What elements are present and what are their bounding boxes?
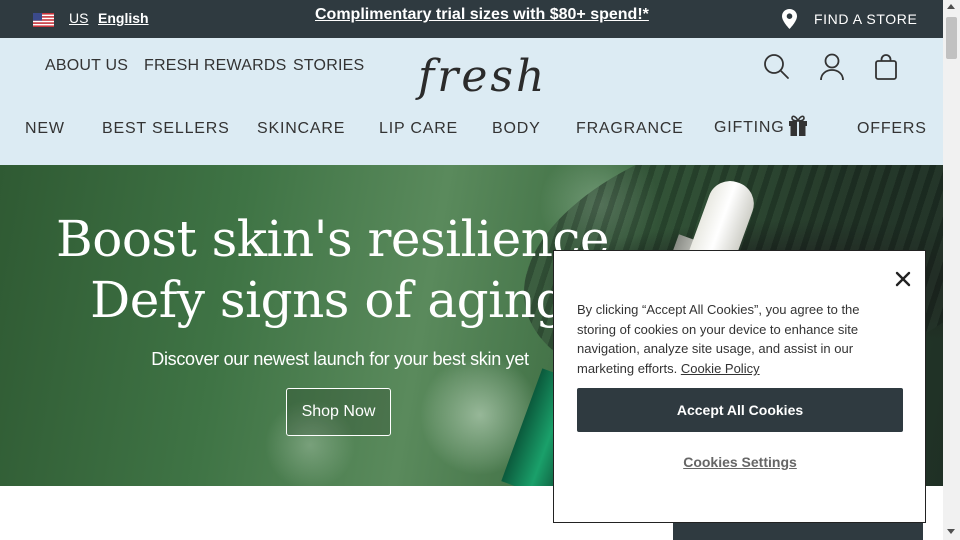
site-header: ABOUT US FRESH REWARDS STORIES fresh NEW… [0,38,943,165]
cookie-consent-text: By clicking “Accept All Cookies”, you ag… [577,300,897,379]
cookie-policy-link[interactable]: Cookie Policy [681,361,760,376]
cookie-consent-dialog: By clicking “Accept All Cookies”, you ag… [553,250,926,523]
nav-gifting[interactable]: GIFTING [714,119,784,137]
fresh-rewards-link[interactable]: FRESH REWARDS [144,57,286,75]
search-icon[interactable] [763,52,791,82]
below-fold-dark-block [673,523,923,540]
account-icon[interactable] [818,52,846,82]
page: US English Complimentary trial sizes wit… [0,0,960,540]
nav-best-sellers[interactable]: BEST SELLERS [102,120,230,138]
close-icon[interactable] [894,270,912,288]
find-a-store-link[interactable]: FIND A STORE [814,11,917,27]
shop-now-button[interactable]: Shop Now [286,388,391,436]
nav-body[interactable]: BODY [492,120,541,138]
nav-skincare[interactable]: SKINCARE [257,120,345,138]
stories-link[interactable]: STORIES [293,57,364,75]
cookies-settings-button[interactable]: Cookies Settings [577,454,903,470]
language-selector[interactable]: English [98,10,149,26]
top-bar: US English Complimentary trial sizes wit… [0,0,943,38]
nav-new[interactable]: NEW [25,120,65,138]
about-us-link[interactable]: ABOUT US [45,57,128,75]
gift-icon [789,115,807,136]
country-selector[interactable]: US [69,10,88,26]
us-flag-icon[interactable] [33,13,54,27]
page-scrollbar[interactable] [943,0,960,540]
location-pin-icon[interactable] [781,9,798,29]
nav-fragrance[interactable]: FRAGRANCE [576,120,684,138]
accept-all-cookies-button[interactable]: Accept All Cookies [577,388,903,432]
scroll-up-arrow-icon[interactable] [947,4,955,9]
promo-banner-link[interactable]: Complimentary trial sizes with $80+ spen… [315,6,649,24]
scrollbar-thumb[interactable] [946,17,957,59]
bag-icon[interactable] [872,52,900,82]
fresh-logo[interactable]: fresh [418,51,547,102]
nav-lip-care[interactable]: LIP CARE [379,120,458,138]
nav-offers[interactable]: OFFERS [857,120,927,138]
scroll-down-arrow-icon[interactable] [947,529,955,534]
